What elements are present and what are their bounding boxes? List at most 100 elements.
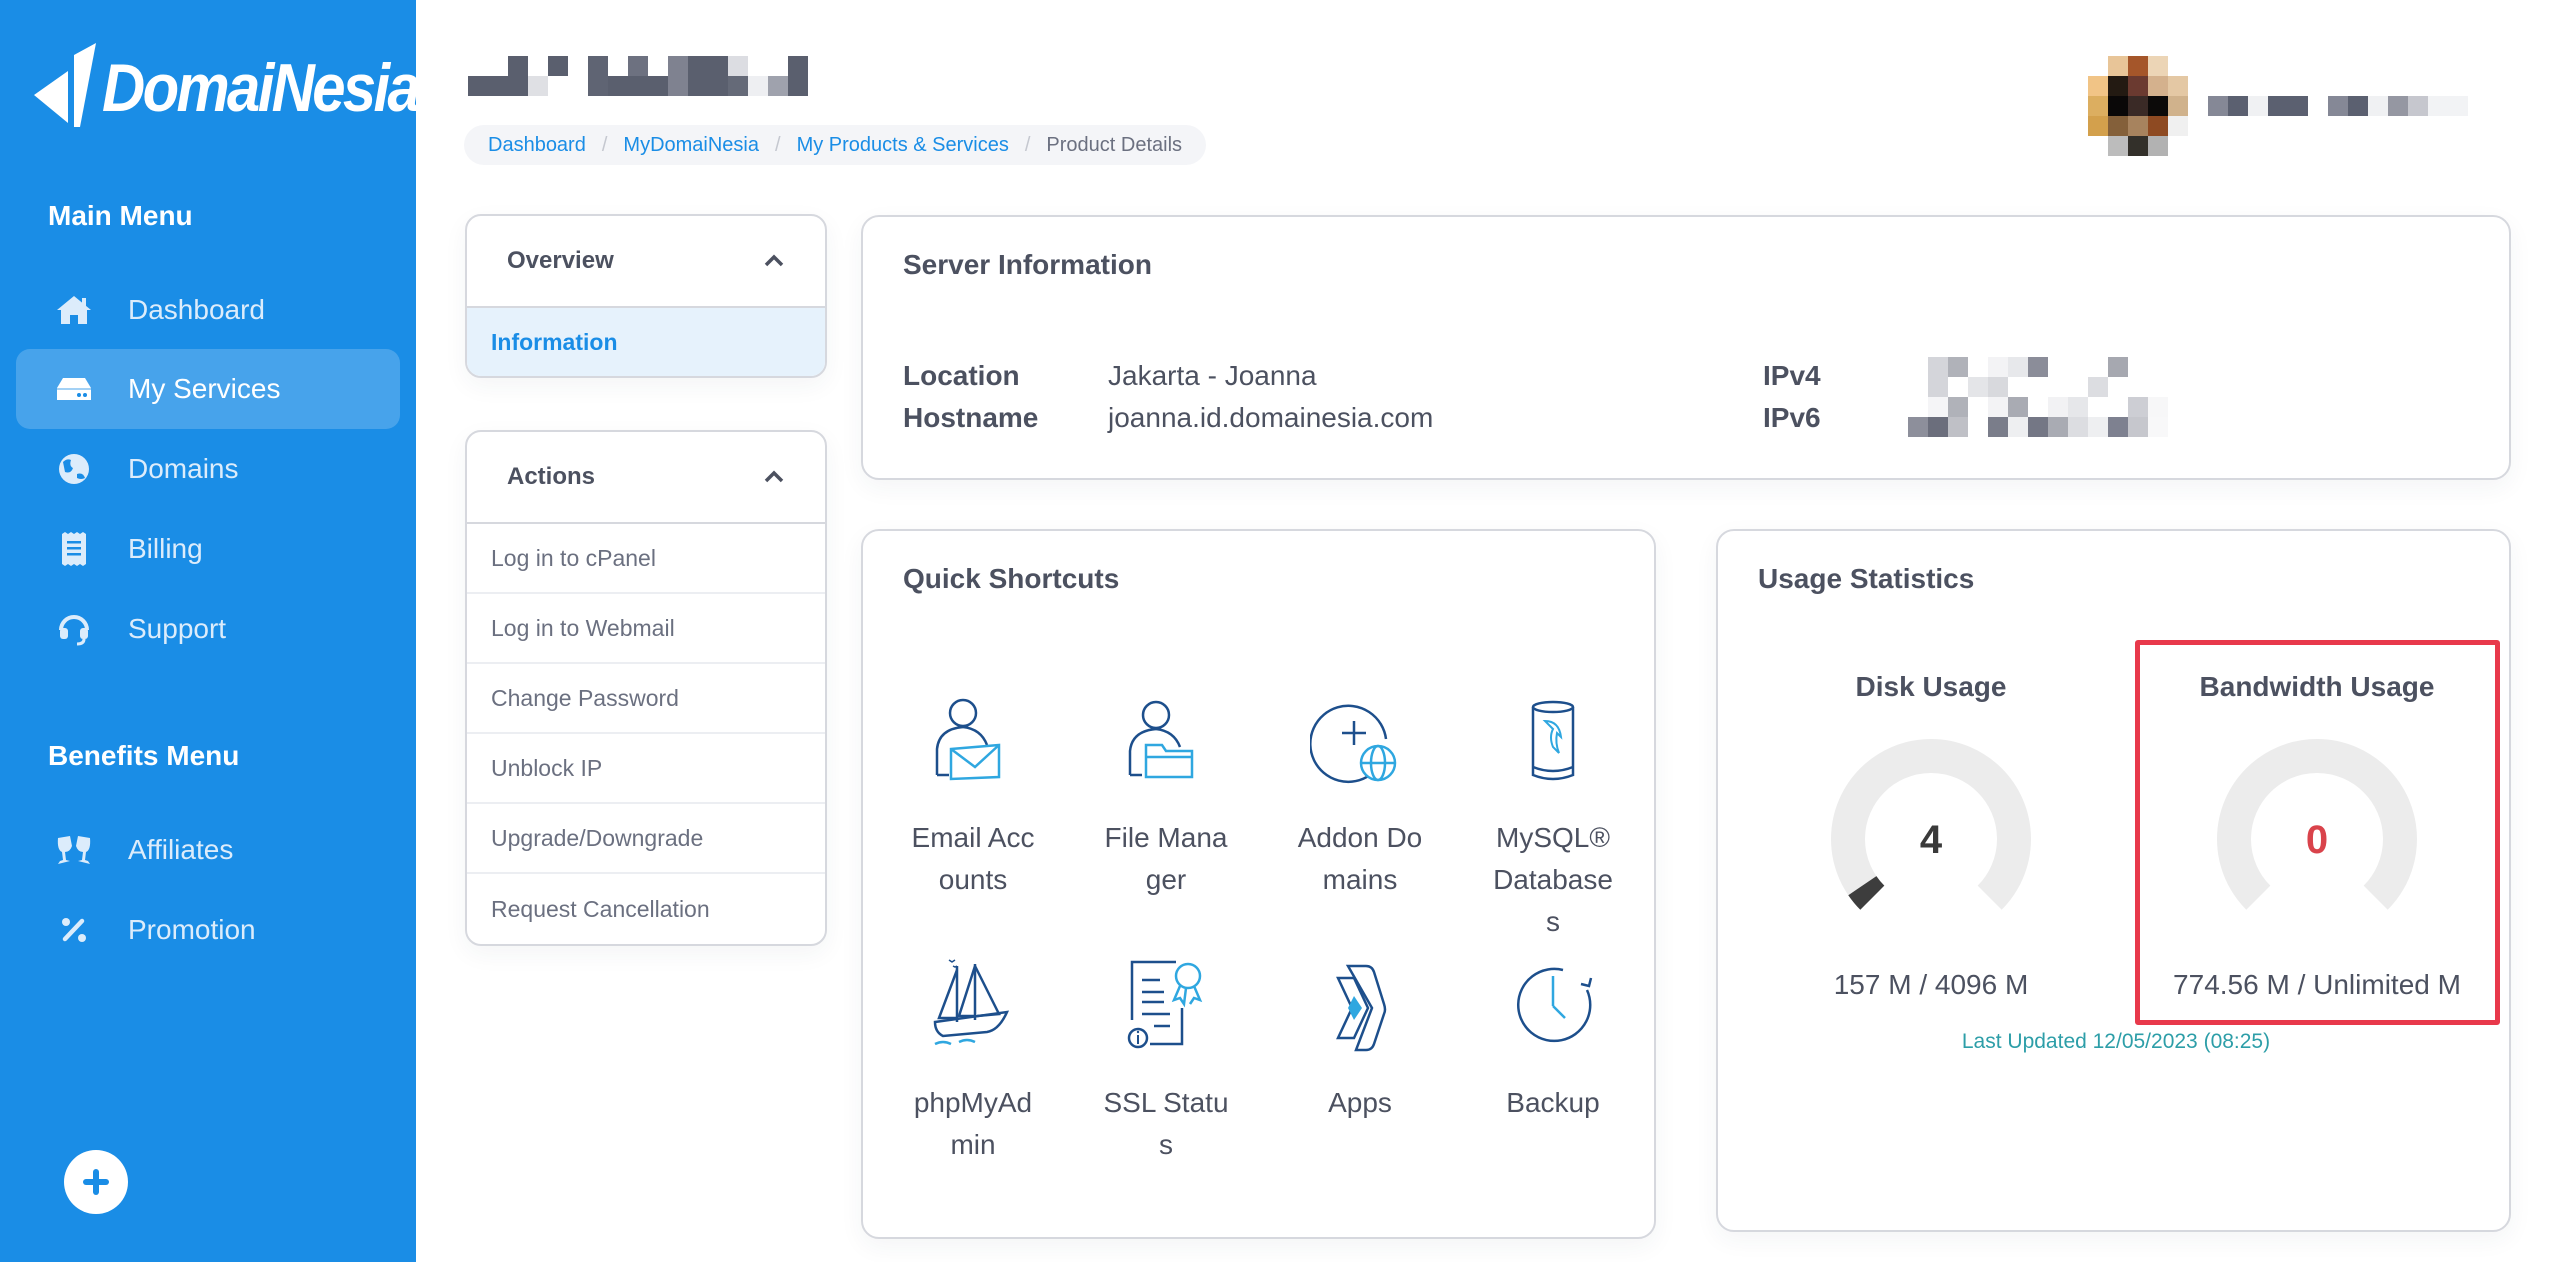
actions-title: Actions xyxy=(507,463,596,490)
shortcut-label: phpMyAdmin xyxy=(913,1087,1033,1160)
breadcrumb-mydomainesia[interactable]: MyDomaiNesia xyxy=(623,134,759,157)
ipv6-label: IPv6 xyxy=(1763,402,1821,433)
apps-icon xyxy=(1336,964,1387,1052)
shortcut-label: MySQL® Databases xyxy=(1493,822,1613,937)
shortcut-email-accounts[interactable]: Email Accounts xyxy=(888,691,1058,901)
gauge-value: 4 xyxy=(1920,818,1943,862)
bandwidth-highlight-box xyxy=(2135,640,2500,1025)
logo-text: DomaiNesia xyxy=(102,49,421,126)
addon-domains-icon xyxy=(1310,704,1397,783)
disk-usage-title: Disk Usage xyxy=(1855,671,2007,702)
shortcut-backup[interactable]: Backup xyxy=(1468,956,1638,1124)
action-change-password[interactable]: Change Password xyxy=(467,664,825,734)
sidebar: DomaiNesia Main Menu Dashboard My Servic… xyxy=(0,0,421,1262)
shortcut-label: File Manager xyxy=(1104,822,1228,895)
shortcut-label: Addon Domains xyxy=(1297,822,1423,895)
sidebar-item-promotion[interactable]: Promotion xyxy=(16,890,400,970)
user-menu[interactable] xyxy=(2088,56,2508,160)
breadcrumb-separator: / xyxy=(775,133,781,156)
action-login-cpanel[interactable]: Log in to cPanel xyxy=(467,524,825,594)
shortcut-addon-domains[interactable]: Addon Domains xyxy=(1275,691,1445,901)
receipt-icon xyxy=(54,529,94,569)
sidebar-item-label: Promotion xyxy=(128,914,256,945)
shortcut-label: Apps xyxy=(1328,1087,1392,1118)
glasses-cheers-icon xyxy=(54,830,94,870)
disk-usage-gauge: 4 xyxy=(1831,739,2031,910)
action-unblock-ip[interactable]: Unblock IP xyxy=(467,734,825,804)
sidebar-item-billing[interactable]: Billing xyxy=(16,509,400,589)
hostname-label: Hostname xyxy=(903,402,1039,433)
sidebar-item-label: My Services xyxy=(128,373,281,404)
quick-shortcuts-title: Quick Shortcuts xyxy=(903,563,1120,594)
overview-panel-header[interactable]: Overview xyxy=(467,216,825,308)
last-updated-text: Last Updated 12/05/2023 (08:25) xyxy=(1961,1030,2271,1053)
quick-shortcuts-card: Quick Shortcuts Email Accounts File Mana… xyxy=(861,529,1656,1239)
email-accounts-icon xyxy=(935,698,1001,781)
percent-icon xyxy=(54,910,94,950)
main-menu-heading: Main Menu xyxy=(48,200,193,231)
shortcut-label: Email Accounts xyxy=(911,822,1035,895)
backup-clock-icon xyxy=(1516,967,1593,1043)
usage-statistics-title: Usage Statistics xyxy=(1758,563,1975,594)
server-icon xyxy=(54,369,94,409)
server-information-card: Server Information Location Jakarta - Jo… xyxy=(861,215,2511,480)
location-value: Jakarta - Joanna xyxy=(1108,360,1317,391)
breadcrumb-current: Product Details xyxy=(1046,133,1183,156)
breadcrumb-separator: / xyxy=(1024,133,1031,156)
disk-usage-block: Disk Usage 4 157 M / 4096 M xyxy=(1766,671,2096,1001)
actions-panel: Actions Log in to cPanel Log in to Webma… xyxy=(465,430,827,946)
logo-mark-icon xyxy=(34,42,96,127)
shortcut-file-manager[interactable]: File Manager xyxy=(1081,691,1251,901)
sidebar-item-label: Affiliates xyxy=(128,834,234,865)
breadcrumb-products-services[interactable]: My Products & Services xyxy=(797,134,1009,157)
overview-item-information[interactable]: Information xyxy=(467,308,825,376)
breadcrumb: Dashboard / MyDomaiNesia / My Products &… xyxy=(464,125,1207,165)
actions-panel-header[interactable]: Actions xyxy=(467,432,825,524)
breadcrumb-dashboard[interactable]: Dashboard xyxy=(488,134,586,157)
location-label: Location xyxy=(903,360,1020,391)
headset-icon xyxy=(54,609,94,649)
plus-icon xyxy=(83,1169,109,1195)
sidebar-item-label: Domains xyxy=(128,453,239,484)
sidebar-item-label: Dashboard xyxy=(128,294,265,325)
sidebar-item-affiliates[interactable]: Affiliates xyxy=(16,810,400,890)
breadcrumb-separator: / xyxy=(601,133,608,156)
server-information-title: Server Information xyxy=(903,249,1152,280)
hostname-value: joanna.id.domainesia.com xyxy=(1108,402,1434,433)
ipv6-value-redacted xyxy=(1908,397,2188,437)
disk-usage-summary: 157 M / 4096 M xyxy=(1833,969,2029,1000)
shortcut-ssl-status[interactable]: SSL Status xyxy=(1081,956,1251,1166)
action-upgrade-downgrade[interactable]: Upgrade/Downgrade xyxy=(467,804,825,874)
sidebar-item-domains[interactable]: Domains xyxy=(16,429,400,509)
overview-title: Overview xyxy=(507,247,614,274)
globe-icon xyxy=(54,449,94,489)
action-login-webmail[interactable]: Log in to Webmail xyxy=(467,594,825,664)
ipv4-label: IPv4 xyxy=(1763,360,1821,391)
add-button[interactable] xyxy=(64,1150,128,1214)
benefits-menu-heading: Benefits Menu xyxy=(48,740,240,771)
file-manager-icon xyxy=(1128,700,1194,779)
page-title-redacted xyxy=(468,56,810,96)
overview-panel: Overview Information xyxy=(465,214,827,378)
action-request-cancellation[interactable]: Request Cancellation xyxy=(467,874,825,944)
shortcut-label: SSL Status xyxy=(1103,1087,1229,1160)
chevron-up-icon xyxy=(764,254,784,267)
sidebar-item-my-services[interactable]: My Services xyxy=(16,349,400,429)
sidebar-item-label: Support xyxy=(128,613,227,644)
shortcut-mysql-databases[interactable]: MySQL® Databases xyxy=(1468,691,1638,943)
gauge-fill xyxy=(1848,875,1885,910)
home-icon xyxy=(54,290,94,330)
ssl-certificate-icon xyxy=(1127,960,1203,1049)
mysql-database-icon xyxy=(1531,700,1575,781)
sidebar-item-dashboard[interactable]: Dashboard xyxy=(16,270,400,350)
domainesia-logo[interactable]: DomaiNesia xyxy=(34,40,461,135)
user-name-redacted xyxy=(2208,96,2468,116)
sidebar-item-label: Billing xyxy=(128,533,203,564)
chevron-up-icon xyxy=(764,470,784,483)
shortcut-label: Backup xyxy=(1506,1087,1600,1118)
shortcut-apps[interactable]: Apps xyxy=(1275,956,1445,1124)
sidebar-item-support[interactable]: Support xyxy=(16,589,400,669)
shortcut-phpmyadmin[interactable]: phpMyAdmin xyxy=(888,956,1058,1166)
phpmyadmin-icon xyxy=(933,959,1010,1046)
ipv4-value-redacted xyxy=(1908,357,2168,397)
